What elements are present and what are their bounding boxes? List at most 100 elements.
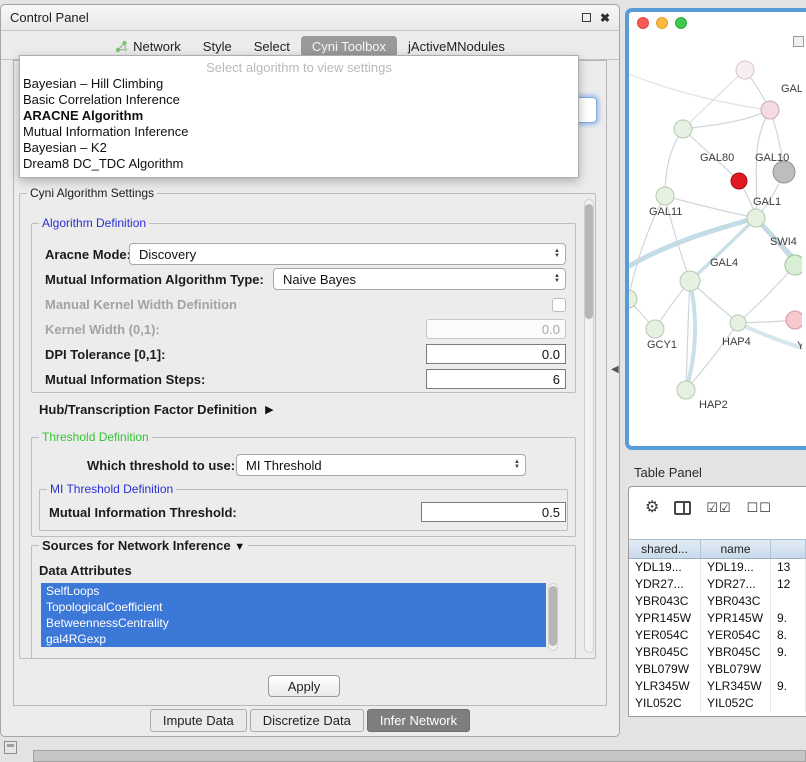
table-cell: YIL052C [701, 695, 771, 712]
gear-icon[interactable]: ⚙ [645, 499, 659, 517]
table-row[interactable]: YPR145WYPR145W9. [629, 610, 806, 627]
kernel-width-input[interactable] [426, 319, 566, 339]
table-row[interactable]: YBR045CYBR045C9. [629, 644, 806, 661]
attribute-item[interactable]: gal4RGexp [41, 631, 546, 647]
which-threshold-label: Which threshold to use: [87, 458, 235, 473]
mi-algorithm-type-select[interactable]: Naive Bayes [273, 268, 566, 290]
table-row[interactable]: YDR27...YDR27...12 [629, 576, 806, 593]
network-tab-icon [115, 40, 128, 53]
network-node[interactable] [736, 61, 754, 79]
network-node[interactable] [773, 161, 795, 183]
tab-cyni-toolbox[interactable]: Cyni Toolbox [301, 36, 397, 57]
mi-threshold-label: Mutual Information Threshold: [49, 505, 237, 520]
network-edge[interactable] [629, 74, 770, 110]
table-row[interactable]: YBL079WYBL079W [629, 661, 806, 678]
network-edge[interactable] [683, 110, 770, 129]
attribute-item[interactable]: SelfLoops [41, 583, 546, 599]
hub-definition-toggle[interactable]: Hub/Transcription Factor Definition ▶ [39, 402, 274, 417]
manual-kernel-width-checkbox[interactable] [552, 298, 566, 312]
network-node[interactable] [730, 315, 746, 331]
columns-icon[interactable] [674, 501, 691, 515]
tab-select[interactable]: Select [243, 36, 301, 57]
network-edge[interactable] [665, 129, 683, 196]
network-view-window[interactable]: GALGAL80GAL10GAL11GAL1SWI4GAL4GCY1HAP4HA… [625, 8, 806, 450]
table-cell [771, 695, 806, 712]
table-row[interactable]: YBR043CYBR043C [629, 593, 806, 610]
attribute-item[interactable]: TopologicalCoefficient [41, 599, 546, 615]
splitter-collapse-icon[interactable]: ◀ [611, 364, 619, 375]
close-traffic-light-icon[interactable] [637, 17, 649, 29]
table-cell: YBL079W [629, 661, 701, 678]
scrollbar-button[interactable] [793, 36, 804, 47]
deselect-all-icon[interactable]: ☐☐ [747, 499, 772, 517]
algorithm-option[interactable]: Bayesian – K2 [20, 140, 578, 156]
collapse-arrow-icon[interactable]: ▼ [234, 541, 245, 553]
tab-network[interactable]: Network [104, 36, 192, 57]
network-node[interactable] [761, 101, 779, 119]
table-cell: YBR045C [629, 644, 701, 661]
network-edge[interactable] [683, 70, 745, 129]
tab-style[interactable]: Style [192, 36, 243, 57]
table-row[interactable]: YDL19...YDL19...13 [629, 559, 806, 576]
zoom-traffic-light-icon[interactable] [675, 17, 687, 29]
table-row[interactable]: YLR345WYLR345W9. [629, 678, 806, 695]
table-cell: YBR043C [701, 593, 771, 610]
node-label: SWI4 [770, 236, 797, 248]
algorithm-option[interactable]: Bayesian – Hill Climbing [20, 76, 578, 92]
dpi-tolerance-label: DPI Tolerance [0,1]: [45, 347, 165, 362]
expand-arrow-icon[interactable]: ▶ [265, 403, 273, 416]
control-panel-window: Control Panel ✖ Network Style Select Cyn… [0, 4, 620, 737]
data-attributes-list[interactable]: SelfLoopsTopologicalCoefficientBetweenne… [41, 583, 546, 651]
control-panel-titlebar[interactable]: Control Panel ✖ [1, 5, 619, 31]
network-node[interactable] [646, 320, 664, 338]
algorithm-option[interactable]: Dream8 DC_TDC Algorithm [20, 156, 578, 172]
tab-discretize-data[interactable]: Discretize Data [250, 709, 364, 732]
close-icon[interactable]: ✖ [600, 13, 610, 23]
attribute-item[interactable]: BetweennessCentrality [41, 615, 546, 631]
select-all-icon[interactable]: ☑☑ [706, 499, 731, 517]
column-header-shared-name[interactable]: shared... [629, 540, 701, 558]
which-threshold-select[interactable]: MI Threshold [236, 454, 526, 476]
table-cell [771, 593, 806, 610]
column-header-partial[interactable] [771, 540, 806, 558]
column-header-name[interactable]: name [701, 540, 771, 558]
algorithm-popup-list: Bayesian – Hill ClimbingBasic Correlatio… [20, 76, 578, 172]
mi-steps-input[interactable] [426, 369, 566, 389]
table-cell: YLR345W [701, 678, 771, 695]
network-node[interactable] [786, 311, 802, 329]
float-window-icon[interactable] [582, 13, 591, 22]
network-node[interactable] [674, 120, 692, 138]
minimize-traffic-light-icon[interactable] [656, 17, 668, 29]
algorithm-option[interactable]: Basic Correlation Inference [20, 92, 578, 108]
mi-threshold-input[interactable] [421, 502, 566, 522]
apply-button[interactable]: Apply [268, 675, 340, 697]
network-node[interactable] [629, 290, 637, 308]
network-canvas[interactable]: GALGAL80GAL10GAL11GAL1SWI4GAL4GCY1HAP4HA… [629, 34, 802, 446]
node-label: HAP4 [722, 336, 751, 348]
table-row[interactable]: YIL052CYIL052C [629, 695, 806, 712]
settings-scrollbar-thumb[interactable] [585, 204, 593, 319]
dpi-tolerance-input[interactable] [426, 344, 566, 364]
table-toolbar: ⚙ ☑☑ ☐☐ [645, 499, 772, 517]
network-edge[interactable] [738, 265, 795, 323]
node-label: GCY1 [647, 339, 677, 351]
network-node[interactable] [680, 271, 700, 291]
panel-toggle-icon[interactable] [4, 741, 17, 754]
tab-jactivemnodules[interactable]: jActiveMNodules [397, 36, 516, 57]
table-row[interactable]: YER054CYER054C8. [629, 627, 806, 644]
algorithm-definition-legend: Algorithm Definition [39, 216, 149, 230]
attributes-scrollbar[interactable] [548, 583, 558, 651]
network-node[interactable] [656, 187, 674, 205]
attributes-scrollbar-thumb[interactable] [549, 586, 557, 646]
settings-scrollbar[interactable] [584, 199, 594, 653]
tab-infer-network[interactable]: Infer Network [367, 709, 470, 732]
tab-impute-data[interactable]: Impute Data [150, 709, 247, 732]
algorithm-option[interactable]: Mutual Information Inference [20, 124, 578, 140]
network-node[interactable] [677, 381, 695, 399]
algorithm-option[interactable]: ARACNE Algorithm [20, 108, 578, 124]
network-node[interactable] [731, 173, 747, 189]
aracne-mode-select[interactable]: Discovery [129, 243, 566, 265]
network-node[interactable] [747, 209, 765, 227]
network-node[interactable] [785, 255, 802, 275]
sources-legend[interactable]: Sources for Network Inference ▼ [39, 538, 248, 553]
